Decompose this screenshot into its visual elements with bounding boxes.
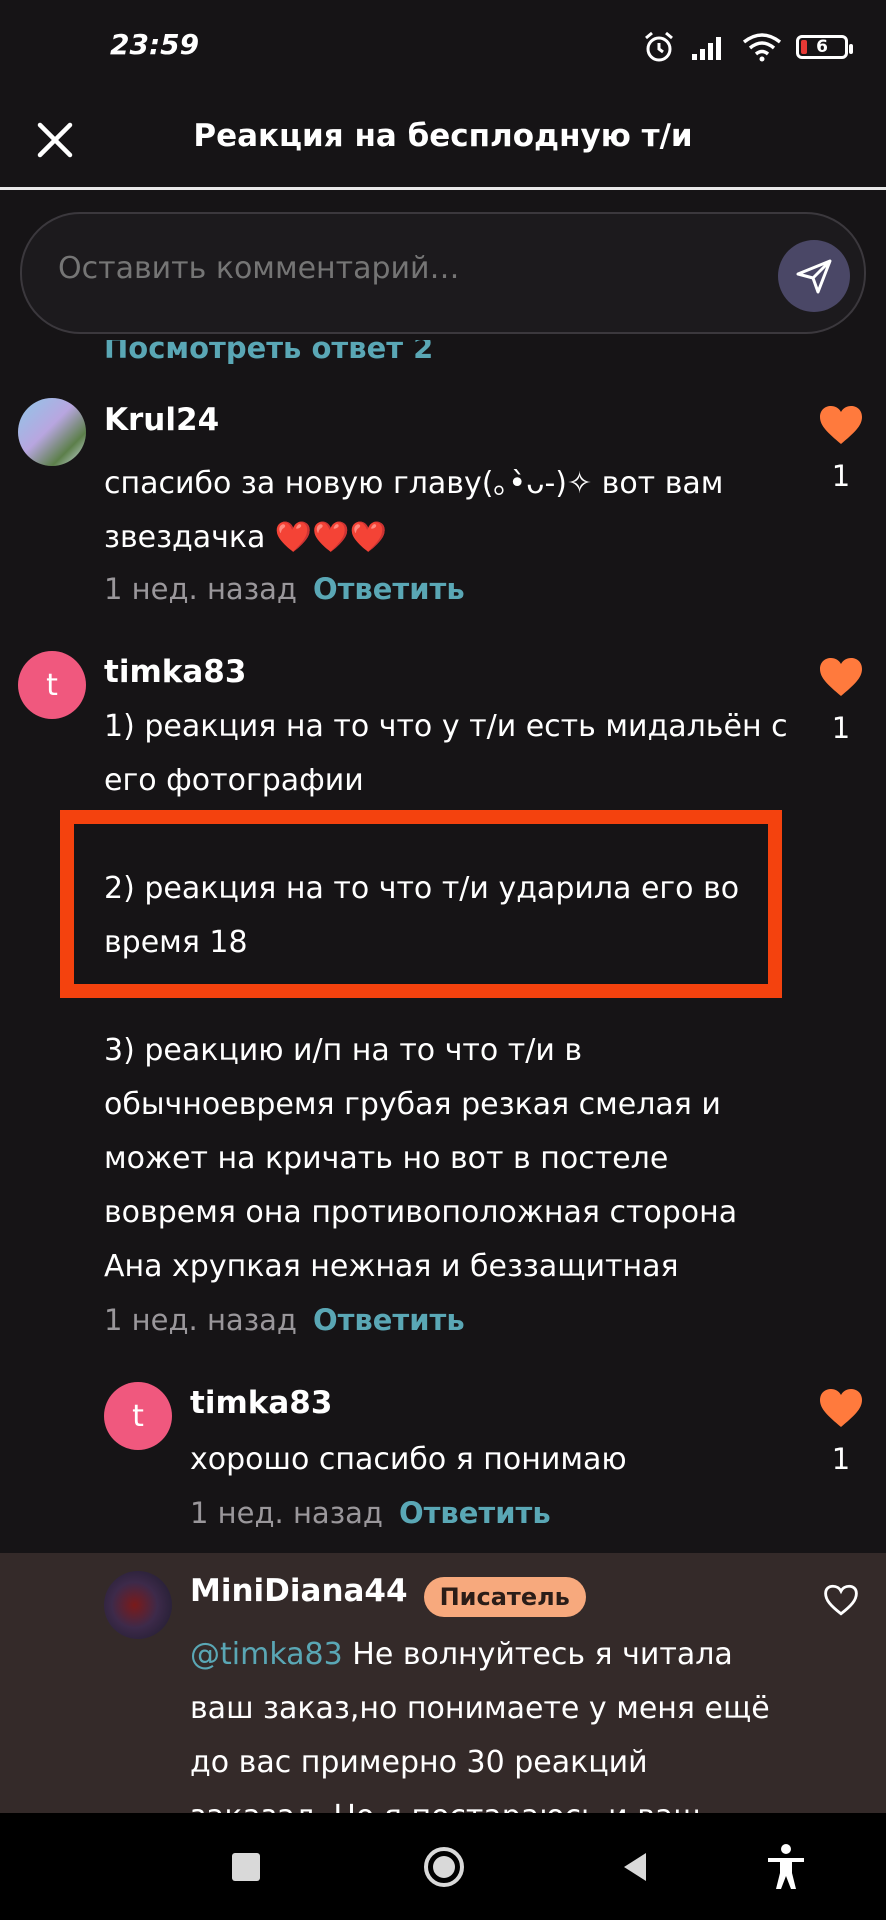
writer-badge: Писатель	[423, 1576, 586, 1617]
signal-icon	[692, 37, 721, 60]
comment-header: MiniDiana44 Писатель	[190, 1573, 586, 1617]
heart-filled-icon[interactable]	[818, 656, 864, 698]
avatar-letter: t	[132, 1398, 144, 1434]
clock: 23:59	[110, 28, 200, 61]
home-button[interactable]	[422, 1845, 466, 1889]
highlighted-reply: MiniDiana44 Писатель @timka83 Не волнуйте…	[0, 1553, 886, 1813]
comment-meta: 1 нед. назад Ответить	[190, 1496, 551, 1530]
comment-input[interactable]	[56, 250, 740, 287]
battery-icon: 6	[796, 35, 853, 59]
alarm-icon	[645, 31, 673, 62]
comment-username[interactable]: timka83	[104, 654, 246, 690]
comment-line: 2) реакция на то что т/и ударила его во	[104, 871, 740, 906]
avatar[interactable]: t	[18, 651, 86, 719]
like-count: 1	[831, 1442, 851, 1476]
heart-filled-icon[interactable]	[818, 1387, 864, 1429]
reply-button[interactable]: Ответить	[313, 1303, 465, 1337]
battery-level: 6	[816, 37, 828, 57]
comment-meta: 1 нед. назад Ответить	[104, 1303, 465, 1337]
comment-line: спасибо за новую главу(｡•̀ᴗ-)✧ вот вам	[104, 466, 724, 501]
comment-line: 1) реакция на то что у т/и есть мидальён…	[104, 709, 788, 744]
status-icons: 6	[642, 30, 853, 64]
comment-text: спасибо за новую главу(｡•̀ᴗ-)✧ вот вам з…	[104, 457, 723, 565]
send-button[interactable]	[778, 240, 850, 312]
comment-username[interactable]: MiniDiana44	[190, 1573, 408, 1609]
comment-line: его фотографии	[104, 763, 364, 798]
comment-time: 1 нед. назад	[190, 1496, 383, 1530]
comment-text-highlighted: 2) реакция на то что т/и ударила его во …	[104, 862, 739, 970]
heart-outline-icon[interactable]	[822, 1583, 860, 1617]
reply-button[interactable]: Ответить	[399, 1496, 551, 1530]
mention-link[interactable]: @timka83	[190, 1637, 343, 1672]
recent-apps-button[interactable]	[232, 1853, 260, 1881]
comment-username[interactable]: Krul24	[104, 402, 219, 438]
comment-line: до вас примерно 30 реакций	[190, 1745, 648, 1780]
comment-line: ваш заказ,но понимаете у меня ещё	[190, 1691, 770, 1726]
accessibility-icon[interactable]	[764, 1843, 808, 1891]
like-count: 1	[831, 711, 851, 745]
comment-line: вовремя она противоположная сторона	[104, 1195, 738, 1230]
comment-meta: 1 нед. назад Ответить	[104, 572, 465, 606]
comment-text: 3) реакцию и/п на то что т/и в обычноевр…	[104, 1024, 737, 1294]
avatar[interactable]: t	[104, 1382, 172, 1450]
comment-box	[20, 212, 866, 334]
comment-line: время 18	[104, 925, 248, 960]
comment-line: Не волнуйтесь я читала	[342, 1637, 733, 1672]
navigation-bar	[0, 1813, 886, 1920]
reply-button[interactable]: Ответить	[313, 572, 465, 606]
comment-username[interactable]: timka83	[190, 1385, 332, 1421]
header: Реакция на бесплодную т/и	[0, 100, 886, 190]
comment-line: обычноевремя грубая резкая смелая и	[104, 1087, 721, 1122]
avatar-letter: t	[46, 667, 58, 703]
comment-line: 3) реакцию и/п на то что т/и в	[104, 1033, 583, 1068]
back-button[interactable]	[620, 1851, 650, 1883]
comment-line: заказал. Но я постараюсь и ваш	[190, 1790, 770, 1813]
avatar[interactable]	[18, 398, 86, 466]
comment-line: Ана хрупкая нежная и беззащитная	[104, 1249, 679, 1284]
like-count: 1	[831, 459, 851, 493]
comment-line: может на кричать но вот в постеле	[104, 1141, 669, 1176]
heart-filled-icon[interactable]	[818, 404, 864, 446]
comment-time: 1 нед. назад	[104, 1303, 297, 1337]
wifi-icon	[742, 33, 782, 62]
page-title: Реакция на бесплодную т/и	[193, 118, 693, 154]
comment-line: звездачка ❤️❤️❤️	[104, 520, 387, 555]
comment-text: хорошо спасибо я понимаю	[190, 1442, 627, 1477]
comment-text: 1) реакция на то что у т/и есть мидальён…	[104, 700, 788, 808]
view-replies-link[interactable]: Посмотреть ответ 2	[104, 340, 433, 372]
comment-time: 1 нед. назад	[104, 572, 297, 606]
comment-text: @timka83 Не волнуйтесь я читала ваш зака…	[190, 1628, 770, 1813]
status-bar: 23:59 6	[0, 0, 886, 100]
view-replies-label: Посмотреть ответ 2	[104, 340, 434, 365]
avatar[interactable]	[104, 1571, 172, 1639]
send-icon	[796, 259, 832, 294]
